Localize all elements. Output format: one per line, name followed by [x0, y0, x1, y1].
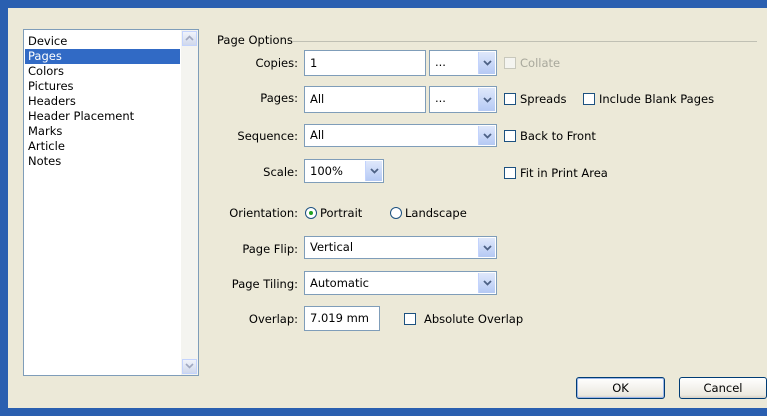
portrait-radio-circle[interactable] — [305, 207, 317, 219]
spreads-label: Spreads — [520, 92, 567, 106]
group-divider — [292, 41, 757, 42]
absolute-overlap-box[interactable] — [404, 313, 416, 325]
orientation-portrait-radio[interactable]: Portrait — [305, 206, 362, 220]
overlap-label: Overlap: — [248, 312, 298, 326]
page-flip-dropdown[interactable]: Vertical — [304, 236, 497, 259]
portrait-label: Portrait — [320, 206, 363, 220]
category-item-headers[interactable]: Headers — [25, 94, 180, 109]
copies-range-dropdown[interactable]: ... — [429, 50, 497, 76]
pages-label: Pages: — [260, 91, 298, 105]
category-item-device[interactable]: Device — [25, 34, 180, 49]
page-tiling-value: Automatic — [310, 276, 369, 290]
page-tiling-dropdown[interactable]: Automatic — [304, 271, 497, 295]
chevron-down-icon[interactable] — [365, 161, 382, 181]
chevron-down-icon[interactable] — [478, 273, 495, 293]
overlap-input[interactable]: 7.019 mm — [304, 306, 380, 331]
pages-range-value: ... — [435, 91, 446, 105]
include-blank-pages-box[interactable] — [583, 93, 595, 105]
sequence-dropdown[interactable]: All — [304, 124, 497, 147]
pages-range-dropdown[interactable]: ... — [429, 86, 497, 113]
fit-in-print-area-checkbox[interactable]: Fit in Print Area — [504, 166, 608, 180]
category-item-marks[interactable]: Marks — [25, 124, 180, 139]
chevron-down-icon[interactable] — [478, 52, 495, 74]
scroll-down-icon — [185, 363, 194, 369]
collate-label: Collate — [520, 56, 561, 70]
pages-input[interactable]: All — [304, 86, 426, 113]
absolute-overlap-label: Absolute Overlap — [424, 312, 524, 326]
landscape-radio-circle[interactable] — [390, 207, 402, 219]
category-item-header-placement[interactable]: Header Placement — [25, 109, 180, 124]
category-items: Device Pages Colors Pictures Headers Hea… — [25, 34, 180, 169]
sequence-value: All — [310, 128, 325, 142]
sequence-label: Sequence: — [237, 129, 298, 143]
orientation-landscape-radio[interactable]: Landscape — [390, 206, 467, 220]
spreads-box[interactable] — [504, 93, 516, 105]
page-flip-value: Vertical — [310, 240, 354, 254]
orientation-label: Orientation: — [229, 206, 298, 220]
category-item-notes[interactable]: Notes — [25, 154, 180, 169]
category-scrollbar[interactable] — [181, 30, 198, 375]
category-item-pages[interactable]: Pages — [25, 49, 180, 64]
scroll-down-button[interactable] — [182, 359, 197, 374]
ok-button[interactable]: OK — [576, 377, 665, 399]
landscape-label: Landscape — [405, 206, 467, 220]
scale-dropdown[interactable]: 100% — [304, 159, 384, 183]
copies-label: Copies: — [255, 56, 298, 70]
collate-box[interactable] — [504, 57, 516, 69]
copies-range-value: ... — [435, 55, 446, 69]
fit-in-print-area-box[interactable] — [504, 167, 516, 179]
print-dialog: Device Pages Colors Pictures Headers Hea… — [8, 8, 767, 408]
page-options-title: Page Options — [217, 33, 297, 47]
scale-value: 100% — [310, 164, 343, 178]
back-to-front-checkbox[interactable]: Back to Front — [504, 129, 596, 143]
cancel-button[interactable]: Cancel — [679, 377, 767, 399]
chevron-down-icon[interactable] — [478, 238, 495, 257]
category-item-colors[interactable]: Colors — [25, 64, 180, 79]
category-list[interactable]: Device Pages Colors Pictures Headers Hea… — [23, 29, 199, 376]
page-flip-label: Page Flip: — [242, 242, 298, 256]
scroll-up-icon — [185, 35, 194, 41]
spreads-checkbox[interactable]: Spreads — [504, 92, 567, 106]
absolute-overlap-checkbox[interactable]: Absolute Overlap — [404, 312, 523, 326]
chevron-down-icon[interactable] — [478, 126, 495, 145]
scroll-up-button[interactable] — [182, 31, 197, 46]
page-tiling-label: Page Tiling: — [231, 277, 298, 291]
back-to-front-label: Back to Front — [520, 129, 596, 143]
include-blank-pages-checkbox[interactable]: Include Blank Pages — [583, 92, 714, 106]
include-blank-pages-label: Include Blank Pages — [599, 92, 715, 106]
scale-label: Scale: — [263, 165, 298, 179]
category-item-article[interactable]: Article — [25, 139, 180, 154]
category-item-pictures[interactable]: Pictures — [25, 79, 180, 94]
back-to-front-box[interactable] — [504, 130, 516, 142]
chevron-down-icon[interactable] — [478, 88, 495, 111]
copies-input[interactable]: 1 — [304, 50, 426, 76]
collate-checkbox[interactable]: Collate — [504, 56, 560, 70]
fit-in-print-area-label: Fit in Print Area — [520, 166, 608, 180]
